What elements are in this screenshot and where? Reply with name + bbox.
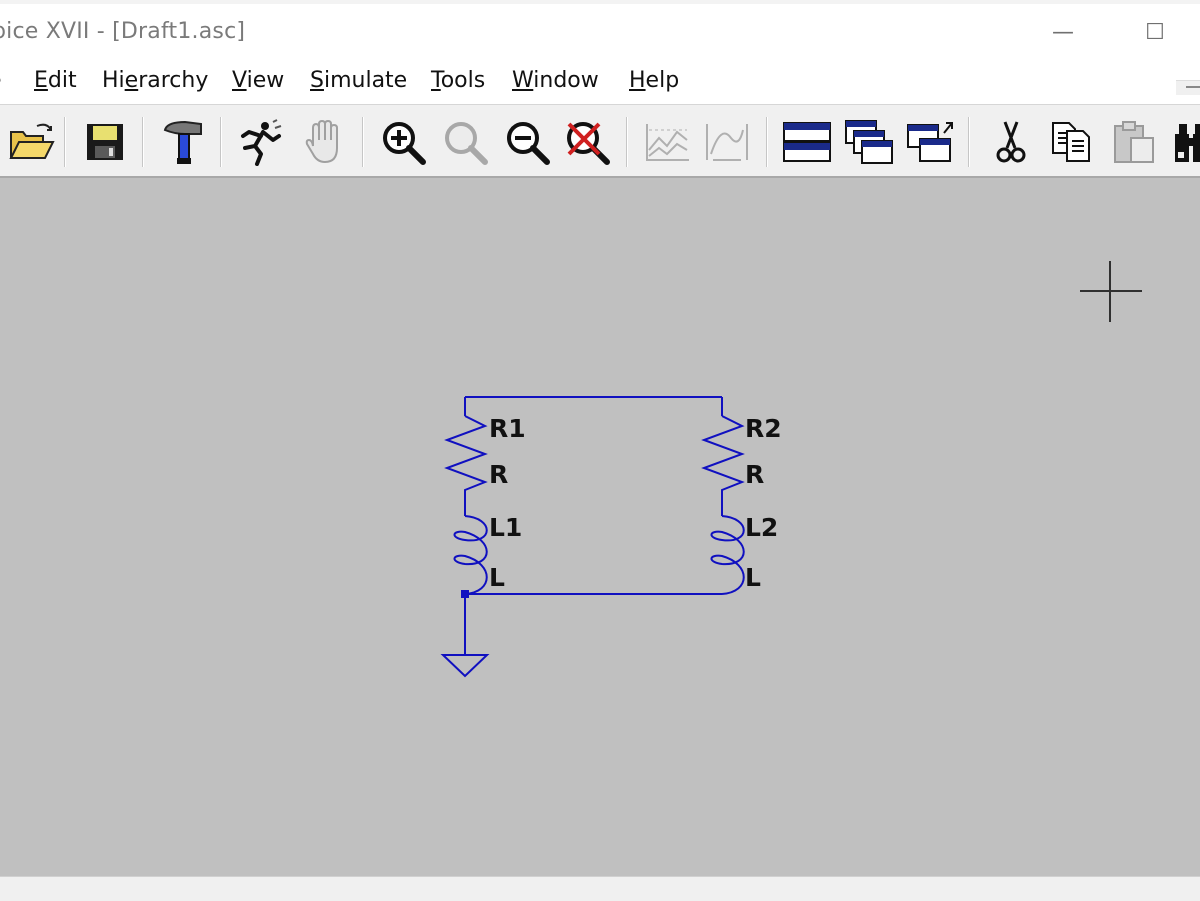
schematic-canvas[interactable]: R1 R L1 L R2 R L2 L	[0, 178, 1200, 876]
zoom-out-icon	[507, 122, 550, 165]
minimize-icon: —	[1052, 19, 1074, 45]
menu-help[interactable]: Help	[629, 68, 679, 93]
tile-windows-button[interactable]	[780, 115, 834, 169]
zoom-out-button[interactable]	[500, 115, 554, 169]
toolbar	[0, 104, 1200, 178]
r2-value-label[interactable]: R	[745, 460, 764, 489]
document-minimize-icon	[1186, 86, 1200, 88]
find-binoculars-icon	[1175, 124, 1200, 162]
l2-value-label[interactable]: L	[745, 563, 761, 592]
zoom-in-icon	[383, 122, 426, 165]
inductor-l2-symbol[interactable]	[710, 515, 745, 595]
menu-hierarchy[interactable]: Hierarchy	[102, 68, 208, 93]
menu-simulate[interactable]: Simulate	[310, 68, 407, 93]
toolbar-separator	[968, 117, 970, 167]
autorange-y-button[interactable]	[640, 115, 694, 169]
toolbar-separator	[626, 117, 628, 167]
autorange-x-icon	[706, 124, 748, 161]
resistor-r2-symbol[interactable]	[701, 415, 745, 516]
find-button[interactable]	[1166, 115, 1200, 169]
paste-button[interactable]	[1108, 115, 1162, 169]
open-button[interactable]	[4, 115, 58, 169]
close-window-button[interactable]	[904, 115, 958, 169]
status-bar	[0, 876, 1200, 901]
control-panel-hammer-icon	[163, 120, 202, 164]
autorange-x-button[interactable]	[700, 115, 754, 169]
copy-button[interactable]	[1046, 115, 1100, 169]
toolbar-separator	[220, 117, 222, 167]
cut-button[interactable]	[984, 115, 1038, 169]
inductor-l1-symbol[interactable]	[453, 515, 488, 595]
save-icon	[87, 124, 123, 160]
l1-value-label[interactable]: L	[489, 563, 505, 592]
cascade-windows-icon	[845, 120, 893, 164]
l1-ref-label[interactable]: L1	[489, 513, 522, 542]
cascade-windows-button[interactable]	[842, 115, 896, 169]
menu-edit[interactable]: Edit	[34, 68, 77, 93]
junction-dot	[461, 590, 469, 598]
maximize-icon: ☐	[1145, 19, 1165, 45]
ground-symbol[interactable]	[440, 654, 490, 678]
r1-value-label[interactable]: R	[489, 460, 508, 489]
paste-icon	[1114, 121, 1154, 163]
close-window-icon	[907, 122, 953, 162]
schematic-drawing: R1 R L1 L R2 R L2 L	[440, 261, 1142, 678]
menu-window[interactable]: Window	[512, 68, 599, 93]
maximize-button[interactable]: ☐	[1132, 12, 1178, 52]
minimize-button[interactable]: —	[1040, 12, 1086, 52]
cut-icon	[996, 121, 1026, 163]
resistor-r1-symbol[interactable]	[444, 415, 488, 516]
run-icon	[241, 119, 282, 166]
window-title: pice XVII - [Draft1.asc]	[0, 19, 246, 44]
toolbar-separator	[362, 117, 364, 167]
toolbar-separator	[64, 117, 66, 167]
halt-button[interactable]	[296, 115, 350, 169]
zoom-pan-button[interactable]	[438, 115, 492, 169]
tile-horizontal-icon	[783, 122, 831, 162]
r2-ref-label[interactable]: R2	[745, 414, 782, 443]
r1-ref-label[interactable]: R1	[489, 414, 526, 443]
zoom-pan-icon	[445, 122, 488, 165]
copy-icon	[1052, 122, 1090, 162]
zoom-fit-button[interactable]	[560, 115, 614, 169]
crosshair-cursor-icon	[1080, 261, 1142, 322]
menu-file[interactable]: e	[0, 68, 2, 93]
menu-bar: e Edit Hierarchy View Simulate Tools Win…	[0, 60, 1200, 104]
l2-ref-label[interactable]: L2	[745, 513, 778, 542]
zoom-in-button[interactable]	[376, 115, 430, 169]
toolbar-separator	[142, 117, 144, 167]
menu-view[interactable]: View	[232, 68, 284, 93]
run-button[interactable]	[232, 115, 286, 169]
toolbar-separator	[766, 117, 768, 167]
halt-hand-icon	[305, 119, 338, 164]
autorange-y-icon	[646, 124, 689, 161]
title-bar[interactable]: pice XVII - [Draft1.asc] — ☐	[0, 4, 1200, 60]
zoom-fit-icon	[567, 122, 610, 165]
control-panel-button[interactable]	[156, 115, 210, 169]
open-folder-icon	[9, 123, 55, 159]
menu-tools[interactable]: Tools	[431, 68, 485, 93]
save-button[interactable]	[78, 115, 132, 169]
